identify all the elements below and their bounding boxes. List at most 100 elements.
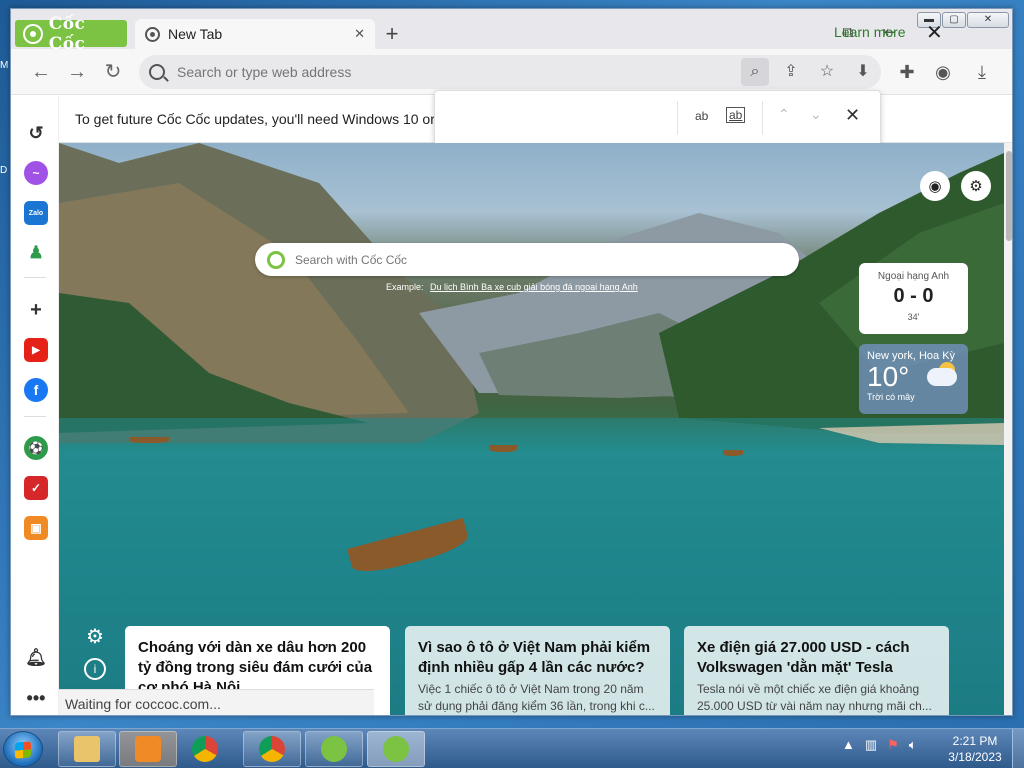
new-tab-page: ◉ ⚙ Example: Du lịch Bình Ba xe cub giải… — [59, 143, 1004, 715]
address-input[interactable] — [177, 64, 697, 80]
desktop-icon-label: M — [0, 60, 9, 71]
news-card[interactable]: Xe điện giá 27.000 USD - cách Volkswagen… — [684, 626, 949, 715]
sidebar: ↺ ~ Zalo ♟ + ▶ f ⚽ ✓ ▣ 🔔︎ ••• — [11, 96, 59, 715]
infobar-close-icon[interactable]: ✕ — [926, 20, 943, 45]
facebook-icon[interactable]: f — [24, 378, 48, 402]
clock-time: 2:21 PM — [952, 734, 998, 748]
more-options-icon[interactable]: ••• — [24, 686, 48, 710]
close-window-button[interactable]: ✕ — [967, 12, 1009, 28]
taskbar-chrome-intel[interactable] — [243, 731, 301, 767]
show-hidden-icons[interactable]: ▲ — [842, 737, 855, 753]
taskbar-coccoc[interactable] — [367, 731, 425, 767]
toolbar: ← → ↻ ⌕ ⇪ ☆ ⬇ ✚ ◉ ⤓ — [11, 49, 1012, 95]
taskbar-coccoc-intel[interactable] — [305, 731, 363, 767]
todo-check-icon[interactable]: ✓ — [24, 476, 48, 500]
whole-word-button[interactable]: ab — [726, 107, 746, 123]
search-example: Example: Du lịch Bình Ba xe cub giải bón… — [386, 282, 638, 292]
address-bar[interactable]: ⌕ ⇪ ☆ ⬇ — [139, 55, 881, 89]
page-scrollbar[interactable] — [1004, 143, 1012, 715]
coccoc-logo-icon — [23, 23, 43, 44]
action-center-flag-icon[interactable]: ⚑ — [887, 737, 899, 753]
taskbar: ▲ ▥ ⚑ 🔈︎ 2:21 PM 3/18/2023 — [0, 728, 1024, 768]
tab-close-icon[interactable]: ✕ — [354, 26, 365, 42]
news-title: Vì sao ô tô ở Việt Nam phải kiểm định nh… — [418, 639, 651, 676]
games-icon[interactable]: ♟ — [24, 241, 48, 265]
coccoc-intel-icon — [321, 736, 347, 762]
profile-icon[interactable]: ◉ — [930, 59, 956, 85]
downloads-icon[interactable]: ⤓ — [969, 59, 995, 85]
rowboat — [129, 437, 169, 443]
taskbar-media-player[interactable] — [119, 731, 177, 767]
system-tray: ▲ ▥ ⚑ 🔈︎ — [842, 737, 917, 753]
maximize-button[interactable]: ▢ — [942, 12, 966, 28]
rowboat — [489, 445, 517, 452]
find-next-icon[interactable]: ⌄ — [810, 106, 822, 123]
find-input[interactable] — [441, 101, 671, 135]
start-button[interactable] — [3, 731, 43, 767]
search-icon — [149, 64, 165, 80]
find-bar: ab ab ⌃ ⌄ ✕ — [434, 90, 881, 146]
rowboat — [723, 450, 743, 456]
network-icon[interactable]: ▥ — [865, 737, 877, 753]
find-in-page-icon[interactable]: ⌕ — [741, 58, 769, 86]
info-icon[interactable]: i — [84, 658, 106, 680]
media-player-icon — [135, 736, 161, 762]
sidebar-divider — [24, 416, 46, 417]
coccoc-menu-button[interactable]: Cốc Cốc — [15, 14, 127, 54]
desktop-icon-label: D — [0, 165, 8, 176]
match-case-button[interactable]: ab — [695, 109, 708, 123]
tab-title: New Tab — [168, 26, 223, 42]
bookmark-star-icon[interactable]: ☆ — [813, 58, 841, 86]
show-desktop-button[interactable] — [1012, 729, 1024, 768]
folder-icon — [74, 736, 100, 762]
coccoc-search-input[interactable] — [295, 252, 735, 267]
zalo-icon[interactable]: Zalo — [24, 201, 48, 225]
football-icon[interactable]: ⚽ — [24, 436, 48, 460]
taskbar-chrome[interactable] — [180, 731, 230, 767]
tab-new-tab[interactable]: New Tab ✕ — [135, 19, 375, 49]
coccoc-search-box[interactable] — [255, 243, 799, 276]
learn-more-link[interactable]: Learn more — [834, 24, 906, 40]
youtube-icon[interactable]: ▶ — [24, 338, 48, 362]
download-video-icon[interactable]: ⬇ — [849, 58, 877, 86]
share-icon[interactable]: ⇪ — [777, 58, 805, 86]
notifications-bell-icon[interactable]: 🔔︎ — [24, 646, 48, 670]
findbar-divider — [677, 101, 678, 135]
reload-button[interactable]: ↻ — [100, 59, 126, 85]
back-button[interactable]: ← — [28, 59, 54, 85]
chrome-intel-icon — [259, 736, 285, 762]
history-icon[interactable]: ↺ — [24, 121, 48, 145]
weather-widget[interactable]: New york, Hoa Kỳ 10° Trời có mây — [859, 344, 968, 414]
weather-description: Trời có mây — [867, 392, 915, 402]
volume-icon[interactable]: 🔈︎ — [909, 737, 917, 753]
clock-date: 3/18/2023 — [948, 750, 1002, 764]
page-settings-gear-icon[interactable]: ⚙ — [84, 627, 106, 650]
news-card[interactable]: Vì sao ô tô ở Việt Nam phải kiểm định nh… — [405, 626, 670, 715]
status-bubble: Waiting for coccoc.com... — [59, 689, 374, 715]
extensions-icon[interactable]: ✚ — [894, 59, 920, 85]
clock[interactable]: 2:21 PM 3/18/2023 — [944, 733, 1006, 765]
find-previous-icon[interactable]: ⌃ — [778, 106, 790, 123]
example-link[interactable]: Du lịch Bình Ba xe cub giải bóng đá ngoạ… — [430, 282, 638, 292]
score-widget[interactable]: Ngoại hạng Anh 0 - 0 34' — [859, 263, 968, 334]
coccoc-favicon-icon — [145, 26, 160, 42]
find-close-icon[interactable]: ✕ — [845, 105, 860, 126]
scrollbar-thumb[interactable] — [1006, 151, 1012, 241]
account-icon[interactable]: ◉ — [920, 171, 950, 201]
forward-button[interactable]: → — [64, 59, 90, 85]
brand-label: Cốc Cốc — [48, 13, 86, 54]
sidebar-divider — [24, 277, 46, 278]
infobar-message: To get future Cốc Cốc updates, you'll ne… — [75, 111, 435, 127]
example-label: Example: — [386, 282, 424, 292]
score-result: 0 - 0 — [893, 285, 934, 307]
score-minute: 34' — [907, 312, 920, 322]
news-snippet: Tesla nói về một chiếc xe điện giá khoản… — [697, 682, 932, 713]
messenger-icon[interactable]: ~ — [24, 161, 48, 185]
taskbar-explorer[interactable] — [58, 731, 116, 767]
add-app-icon[interactable]: + — [24, 298, 48, 322]
shopping-cart-icon[interactable]: ▣ — [24, 516, 48, 540]
score-league: Ngoại hạng Anh — [877, 271, 950, 282]
news-snippet: Việc 1 chiếc ô tô ở Việt Nam trong 20 nă… — [418, 682, 655, 713]
customize-settings-icon[interactable]: ⚙ — [961, 171, 991, 201]
new-tab-button[interactable]: + — [379, 21, 405, 47]
